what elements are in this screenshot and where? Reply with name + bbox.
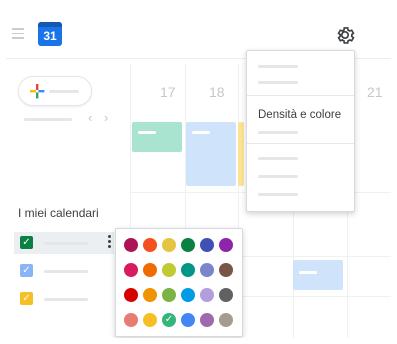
event-block-blue-2[interactable] [293, 260, 343, 290]
menu-item-placeholder[interactable] [258, 81, 298, 84]
day-number-17[interactable]: 17 [160, 84, 176, 100]
color-swatch[interactable] [181, 263, 195, 277]
color-swatch[interactable] [200, 313, 214, 327]
calendar-name-placeholder [44, 298, 88, 301]
event-block-blue[interactable] [186, 122, 236, 186]
menu-item-placeholder[interactable] [258, 193, 298, 196]
menu-item-placeholder[interactable] [258, 65, 298, 68]
calendar-app: 31 ‹ › 17 18 21 I miei calendari ✓ ✓ ✓ ✓… [6, 6, 391, 338]
event-block-green[interactable] [132, 122, 182, 152]
menu-divider [247, 95, 354, 96]
my-calendars-title[interactable]: I miei calendari [18, 206, 99, 220]
color-swatch[interactable] [143, 313, 157, 327]
menu-item-placeholder[interactable] [258, 157, 298, 160]
color-swatch[interactable] [219, 288, 233, 302]
color-swatch[interactable] [124, 238, 138, 252]
calendar-logo[interactable]: 31 [38, 22, 62, 46]
calendar-row[interactable]: ✓ [14, 260, 114, 282]
color-swatch[interactable] [219, 238, 233, 252]
color-swatch[interactable] [124, 313, 138, 327]
next-week-arrow[interactable]: › [104, 110, 108, 125]
color-swatch[interactable] [162, 288, 176, 302]
calendar-checkbox[interactable]: ✓ [20, 292, 33, 305]
mini-calendar-month-placeholder [24, 118, 72, 121]
density-and-color-item[interactable]: Densità e colore [258, 109, 341, 121]
prev-week-arrow[interactable]: ‹ [88, 110, 92, 125]
calendar-checkbox[interactable]: ✓ [20, 236, 33, 249]
more-options-icon[interactable] [108, 235, 112, 251]
color-swatch[interactable] [143, 238, 157, 252]
calendar-name-placeholder [44, 242, 88, 245]
color-swatch[interactable] [219, 263, 233, 277]
color-swatch[interactable] [143, 263, 157, 277]
color-swatch[interactable] [200, 288, 214, 302]
calendar-row[interactable]: ✓ [14, 232, 114, 254]
settings-menu: Densità e colore [246, 50, 355, 212]
color-swatch[interactable] [162, 238, 176, 252]
hamburger-menu-icon[interactable] [12, 28, 24, 39]
plus-icon [30, 84, 45, 99]
menu-divider [247, 143, 354, 144]
create-button[interactable] [18, 76, 92, 106]
color-swatch[interactable] [200, 238, 214, 252]
calendar-checkbox[interactable]: ✓ [20, 264, 33, 277]
gear-icon[interactable] [334, 24, 356, 46]
day-number-18[interactable]: 18 [209, 84, 225, 100]
color-swatch[interactable] [181, 238, 195, 252]
calendar-name-placeholder [44, 270, 88, 273]
color-swatch[interactable] [181, 313, 195, 327]
color-swatch[interactable] [181, 288, 195, 302]
color-swatch[interactable] [219, 313, 233, 327]
color-swatch[interactable] [124, 263, 138, 277]
color-swatch-selected[interactable]: ✓ [162, 313, 176, 327]
menu-item-placeholder[interactable] [258, 131, 298, 134]
create-label-placeholder [49, 90, 79, 93]
event-block-yellow[interactable] [238, 122, 244, 186]
menu-item-placeholder[interactable] [258, 175, 298, 178]
color-swatch[interactable] [143, 288, 157, 302]
day-number-21[interactable]: 21 [367, 84, 383, 100]
color-swatch[interactable] [124, 288, 138, 302]
color-picker-popup: ✓ [115, 228, 243, 337]
color-swatch[interactable] [200, 263, 214, 277]
calendar-row[interactable]: ✓ [14, 288, 114, 310]
color-swatch[interactable] [162, 263, 176, 277]
